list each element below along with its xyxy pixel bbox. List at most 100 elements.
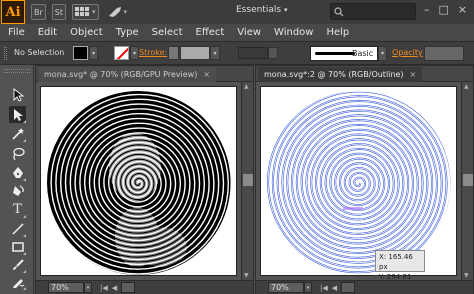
scroll-up-icon[interactable]: ▲ bbox=[464, 83, 469, 90]
document-titlebar: mona.svg* @ 70% (RGB/GPU Preview) × bbox=[36, 66, 253, 82]
coordinates-tooltip: X: 165.46 px Y: 294.81 px bbox=[375, 250, 425, 280]
type-tool[interactable]: T bbox=[9, 201, 26, 218]
bridge-button[interactable]: Br bbox=[31, 4, 46, 20]
document-tab[interactable]: mona.svg*:2 @ 70% (RGB/Outline) × bbox=[258, 67, 423, 82]
document-tab[interactable]: mona.svg* @ 70% (RGB/GPU Preview) × bbox=[38, 67, 217, 82]
gpu-performance-button[interactable]: ▾ bbox=[105, 4, 130, 20]
opacity-label[interactable]: Opacity bbox=[392, 48, 423, 57]
menu-help[interactable]: Help bbox=[326, 27, 349, 38]
spiral-artwork-outline bbox=[266, 91, 451, 275]
menu-type[interactable]: Type bbox=[116, 27, 139, 38]
chevron-down-icon: ▾ bbox=[123, 8, 128, 16]
lasso-tool[interactable] bbox=[9, 145, 26, 162]
profile-dropdown[interactable] bbox=[268, 47, 278, 59]
maximize-button[interactable]: □ bbox=[439, 3, 449, 16]
zoom-dropdown[interactable]: ▾ bbox=[84, 282, 92, 293]
stroke-weight-dropdown[interactable]: ▾ bbox=[210, 46, 220, 60]
curvature-tool[interactable] bbox=[9, 182, 26, 199]
direct-selection-tool[interactable] bbox=[9, 106, 26, 123]
artboard bbox=[260, 86, 457, 276]
spiral-outline-paths bbox=[266, 91, 451, 275]
workspace-switcher[interactable]: Essentials ▾ bbox=[236, 5, 288, 15]
brush-definition[interactable]: Basic bbox=[310, 46, 378, 61]
paintbrush-tool[interactable] bbox=[9, 256, 26, 273]
artboard-number-field[interactable] bbox=[121, 282, 136, 293]
stroke-weight-input[interactable] bbox=[180, 46, 210, 60]
minimize-button[interactable]: – bbox=[424, 3, 430, 16]
selection-status: No Selection bbox=[14, 48, 65, 57]
scroll-down-icon[interactable]: ▼ bbox=[244, 272, 249, 279]
artboard bbox=[40, 86, 237, 276]
menu-view[interactable]: View bbox=[237, 27, 261, 38]
zoom-level-field[interactable]: 70% bbox=[48, 282, 84, 293]
stroke-weight-stepper[interactable] bbox=[168, 46, 179, 60]
menu-file[interactable]: File bbox=[8, 27, 25, 38]
document-tab-title: mona.svg* @ 70% (RGB/GPU Preview) bbox=[44, 70, 198, 79]
panel-grip[interactable] bbox=[4, 69, 30, 73]
selection-highlight bbox=[343, 207, 363, 210]
brush-label: Basic bbox=[352, 49, 374, 58]
vertical-scrollbar[interactable]: ▲ ▼ bbox=[241, 82, 253, 280]
selection-tool[interactable] bbox=[9, 86, 26, 103]
spiral-artwork-preview bbox=[46, 91, 231, 275]
scroll-down-icon[interactable]: ▼ bbox=[464, 272, 469, 279]
document-tab-title: mona.svg*:2 @ 70% (RGB/Outline) bbox=[264, 70, 404, 79]
menu-object[interactable]: Object bbox=[70, 27, 103, 38]
menu-edit[interactable]: Edit bbox=[38, 27, 57, 38]
pencil-tool[interactable] bbox=[9, 273, 26, 290]
menu-window[interactable]: Window bbox=[274, 27, 313, 38]
magic-wand-tool[interactable] bbox=[9, 125, 26, 142]
previous-artboard-icon[interactable]: ◀ bbox=[332, 284, 337, 292]
workspace-label: Essentials bbox=[236, 5, 282, 15]
artboard-number-field[interactable] bbox=[341, 282, 356, 293]
search-icon bbox=[334, 6, 344, 16]
scroll-thumb[interactable] bbox=[463, 174, 473, 186]
zoom-dropdown[interactable]: ▾ bbox=[304, 282, 312, 293]
document-window-preview: mona.svg* @ 70% (RGB/GPU Preview) × ▲ ▼ … bbox=[35, 65, 254, 294]
zoom-level-field[interactable]: 70% bbox=[268, 282, 304, 293]
selection-arrow-icon bbox=[13, 87, 24, 102]
line-tool[interactable] bbox=[9, 220, 26, 237]
rocket-icon bbox=[108, 7, 121, 17]
close-button[interactable]: × bbox=[458, 3, 467, 16]
panel-grip[interactable] bbox=[4, 47, 7, 60]
search-field[interactable] bbox=[330, 3, 416, 20]
canvas[interactable]: X: 165.46 px Y: 294.81 px bbox=[256, 82, 462, 280]
rectangle-tool[interactable] bbox=[9, 238, 26, 255]
tools-panel: T bbox=[0, 65, 34, 294]
stock-button[interactable]: St bbox=[51, 4, 66, 20]
fill-swatch[interactable] bbox=[73, 46, 88, 60]
document-window-outline: mona.svg*:2 @ 70% (RGB/Outline) × X: 165… bbox=[255, 65, 474, 294]
vertical-scrollbar[interactable]: ▲ ▼ bbox=[461, 82, 473, 280]
first-artboard-icon[interactable]: |◀ bbox=[320, 284, 328, 292]
previous-artboard-icon[interactable]: ◀ bbox=[112, 284, 117, 292]
arrange-documents-button[interactable]: ▾ bbox=[72, 4, 99, 20]
variable-width-profile[interactable] bbox=[238, 47, 268, 59]
status-bar: 70% ▾ |◀ ◀ bbox=[36, 280, 253, 294]
pen-tool[interactable] bbox=[9, 164, 26, 181]
stroke-swatch-dropdown[interactable]: ▾ bbox=[130, 46, 139, 60]
brush-dropdown[interactable]: ▾ bbox=[378, 46, 387, 61]
chevron-down-icon: ▾ bbox=[284, 6, 288, 14]
stroke-label[interactable]: Stroke: bbox=[139, 48, 167, 57]
lasso-icon bbox=[12, 147, 25, 160]
control-panel: No Selection ▾ ▾ Stroke: ▾ Basic ▾ Opaci… bbox=[0, 41, 474, 65]
scroll-up-icon[interactable]: ▲ bbox=[244, 83, 249, 90]
close-tab-icon[interactable]: × bbox=[410, 70, 417, 79]
fill-dropdown[interactable]: ▾ bbox=[89, 46, 98, 60]
menu-effect[interactable]: Effect bbox=[196, 27, 225, 38]
menu-select[interactable]: Select bbox=[152, 27, 183, 38]
stroke-swatch[interactable] bbox=[114, 46, 129, 60]
x-coordinate: X: 165.46 px bbox=[379, 253, 413, 271]
outline-path-2 bbox=[266, 91, 451, 275]
chevron-down-icon: ▾ bbox=[92, 8, 96, 16]
scroll-thumb[interactable] bbox=[243, 174, 253, 186]
close-tab-icon[interactable]: × bbox=[203, 70, 210, 79]
first-artboard-icon[interactable]: |◀ bbox=[100, 284, 108, 292]
type-t-icon: T bbox=[13, 202, 22, 217]
canvas[interactable] bbox=[36, 82, 242, 280]
outline-path-1 bbox=[266, 91, 451, 275]
menu-bar: File Edit Object Type Select Effect View… bbox=[0, 24, 474, 41]
brush-stroke-preview bbox=[315, 52, 355, 55]
opacity-input[interactable] bbox=[424, 46, 464, 61]
